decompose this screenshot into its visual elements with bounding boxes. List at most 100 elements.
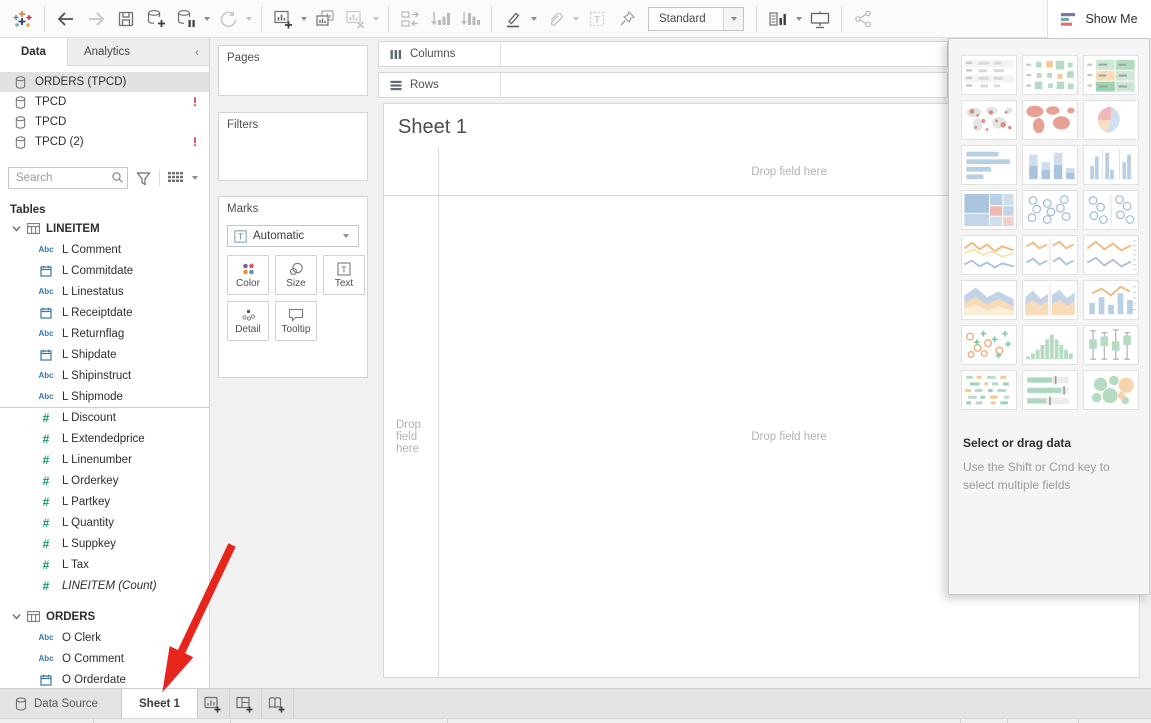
field-item[interactable]: #L Suppkey <box>0 533 209 554</box>
field-item[interactable]: #L Linenumber <box>0 449 209 470</box>
datasource-item[interactable]: TPCD! <box>0 92 209 112</box>
share-button[interactable] <box>850 5 876 33</box>
pause-auto-updates-button[interactable] <box>173 5 199 33</box>
redo-button[interactable] <box>83 5 109 33</box>
field-item[interactable]: #L Orderkey <box>0 470 209 491</box>
field-item[interactable]: AbcO Clerk <box>0 627 209 648</box>
sort-ascending-button[interactable] <box>427 5 453 33</box>
mark-type-dropdown[interactable]: T Automatic <box>227 225 359 247</box>
showme-pie-chart[interactable] <box>1083 100 1139 140</box>
new-dashboard-tab-button[interactable] <box>230 689 262 718</box>
size-button[interactable]: Size <box>275 255 317 295</box>
new-story-tab-button[interactable] <box>262 689 294 718</box>
showme-stacked-bars[interactable] <box>1022 145 1078 185</box>
field-item[interactable]: L Commitdate <box>0 260 209 281</box>
showme-symbol-map[interactable] <box>961 100 1017 140</box>
showme-circle-views[interactable] <box>1022 190 1078 230</box>
color-button[interactable]: Color <box>227 255 269 295</box>
fit-selector[interactable]: Standard <box>648 7 744 31</box>
showme-side-by-side-bars[interactable] <box>1083 145 1139 185</box>
show-mark-labels-button[interactable] <box>765 5 791 33</box>
datasource-item[interactable]: TPCD (2)! <box>0 132 209 152</box>
showme-gantt[interactable] <box>961 370 1017 410</box>
duplicate-sheet-button[interactable] <box>312 5 338 33</box>
rows-shelf[interactable]: Rows <box>378 72 948 98</box>
field-item[interactable]: AbcL Shipmode <box>0 386 209 407</box>
highlight-button[interactable] <box>500 5 526 33</box>
tab-analytics[interactable]: Analytics <box>68 38 146 65</box>
showme-scatter-plot[interactable] <box>961 325 1017 365</box>
field-item[interactable]: L Receiptdate <box>0 302 209 323</box>
tableau-logo-icon[interactable] <box>10 5 36 33</box>
showme-area-discrete[interactable] <box>1022 280 1078 320</box>
field-item[interactable]: #LINEITEM (Count) <box>0 575 209 596</box>
clear-sheet-button[interactable] <box>342 5 368 33</box>
table-group-header[interactable]: ORDERS <box>0 606 209 627</box>
showme-lines-discrete[interactable] <box>1022 235 1078 275</box>
new-worksheet-button[interactable] <box>270 5 296 33</box>
text-button[interactable]: T Text <box>323 255 365 295</box>
field-item[interactable]: L Shipdate <box>0 344 209 365</box>
field-item[interactable]: AbcL Shipinstruct <box>0 365 209 386</box>
field-item[interactable]: AbcO Comment <box>0 648 209 669</box>
columns-shelf[interactable]: Columns <box>378 41 948 67</box>
undo-button[interactable] <box>53 5 79 33</box>
attach-dropdown[interactable] <box>573 17 579 21</box>
presentation-mode-button[interactable] <box>807 5 833 33</box>
pause-auto-updates-dropdown[interactable] <box>204 17 210 21</box>
show-mark-labels-dropdown[interactable] <box>796 17 802 21</box>
view-options-icon[interactable] <box>168 172 201 185</box>
table-group-header[interactable]: LINEITEM <box>0 218 209 239</box>
showme-treemap[interactable] <box>961 190 1017 230</box>
pane-collapse-icon[interactable]: ‹ <box>185 38 209 65</box>
tab-data[interactable]: Data <box>0 38 68 66</box>
view-options-caret[interactable] <box>192 176 198 180</box>
showme-heat-map[interactable] <box>1022 55 1078 95</box>
field-item[interactable]: #L Partkey <box>0 491 209 512</box>
rows-drop-area[interactable] <box>501 73 947 97</box>
columns-drop-area[interactable] <box>501 42 947 66</box>
tooltip-button[interactable]: Tooltip <box>275 301 317 341</box>
clear-sheet-dropdown[interactable] <box>373 17 379 21</box>
new-sheet-dropdown[interactable] <box>301 17 307 21</box>
showme-filled-map[interactable] <box>1022 100 1078 140</box>
show-me-button[interactable]: Show Me <box>1047 0 1151 38</box>
new-data-source-button[interactable] <box>143 5 169 33</box>
filters-shelf[interactable]: Filters <box>218 112 368 181</box>
showme-highlight-table[interactable] <box>1083 55 1139 95</box>
showme-box-and-whisker[interactable] <box>1083 325 1139 365</box>
mark-type-caret[interactable] <box>343 234 349 238</box>
detail-button[interactable]: Detail <box>227 301 269 341</box>
search-input[interactable] <box>8 167 128 189</box>
pages-shelf[interactable]: Pages <box>218 45 368 96</box>
showme-histogram[interactable] <box>1022 325 1078 365</box>
showme-lines-continuous[interactable] <box>961 235 1017 275</box>
showme-horizontal-bars[interactable] <box>961 145 1017 185</box>
filter-fields-icon[interactable] <box>136 171 151 186</box>
field-item[interactable]: #L Discount <box>0 407 209 428</box>
sort-descending-button[interactable] <box>457 5 483 33</box>
datasource-item[interactable]: TPCD <box>0 112 209 132</box>
showme-dual-combination[interactable] <box>1083 280 1139 320</box>
fit-selector-caret[interactable] <box>723 8 743 30</box>
showme-packed-bubbles[interactable] <box>1083 370 1139 410</box>
showme-bullet-graph[interactable] <box>1022 370 1078 410</box>
field-item[interactable]: AbcL Comment <box>0 239 209 260</box>
field-item[interactable]: #L Tax <box>0 554 209 575</box>
showme-side-by-side-circles[interactable] <box>1083 190 1139 230</box>
data-source-tab[interactable]: Data Source <box>0 689 121 718</box>
datasource-item[interactable]: ORDERS (TPCD) <box>0 72 209 92</box>
attach-button[interactable] <box>542 5 568 33</box>
refresh-data-source-button[interactable] <box>215 5 241 33</box>
chevron-down-icon[interactable] <box>12 224 21 233</box>
swap-rows-columns-button[interactable] <box>397 5 423 33</box>
field-item[interactable]: AbcL Linestatus <box>0 281 209 302</box>
field-item[interactable]: #L Extendedprice <box>0 428 209 449</box>
showme-area-continuous[interactable] <box>961 280 1017 320</box>
pin-button[interactable] <box>614 5 640 33</box>
new-worksheet-tab-button[interactable] <box>198 689 230 718</box>
showme-text-table[interactable] <box>961 55 1017 95</box>
format-label-button[interactable]: T <box>584 5 610 33</box>
showme-dual-lines[interactable] <box>1083 235 1139 275</box>
highlight-dropdown[interactable] <box>531 17 537 21</box>
